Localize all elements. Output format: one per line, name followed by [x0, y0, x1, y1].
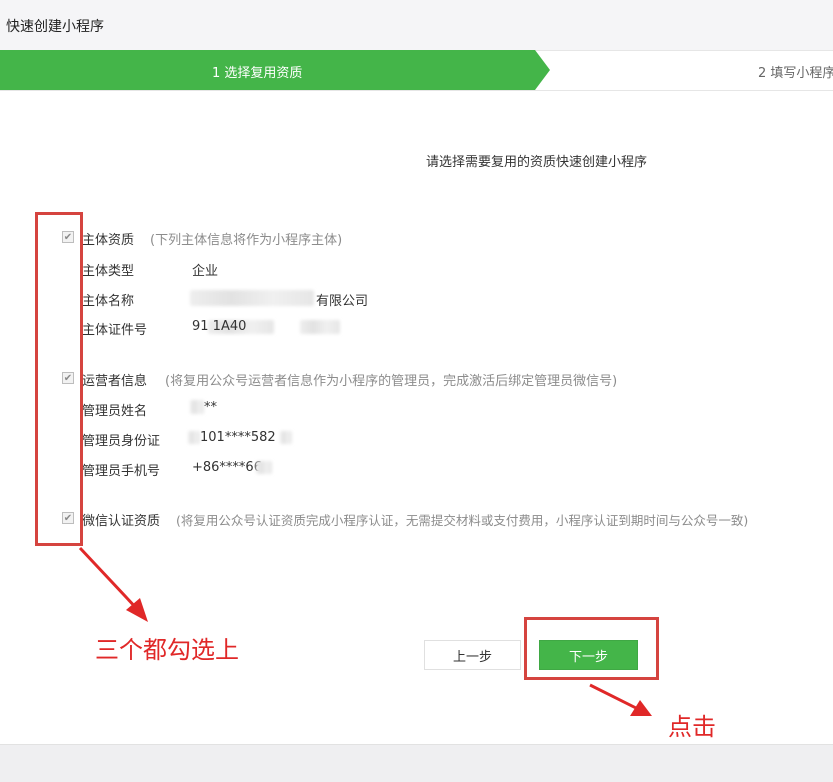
annotation-check-all: 三个都勾选上 [95, 636, 239, 664]
arrow-icon [78, 546, 641, 712]
annotation-click: 点击 [668, 713, 716, 741]
footer-bar [0, 744, 833, 782]
